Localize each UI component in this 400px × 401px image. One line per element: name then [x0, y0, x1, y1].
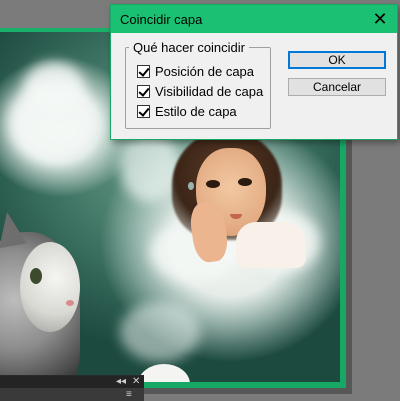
option-style-label: Estilo de capa: [155, 103, 237, 119]
panel-close-icon[interactable]: ✕: [132, 377, 140, 387]
group-label: Qué hacer coincidir: [129, 40, 249, 55]
panel-menu-icon[interactable]: ≡: [126, 390, 132, 400]
double-chevron-left-icon[interactable]: ◂◂: [116, 377, 126, 387]
checkmark-icon[interactable]: [137, 84, 150, 98]
dialog-titlebar[interactable]: Coincidir capa ✕: [111, 5, 397, 33]
option-position-checkbox[interactable]: Posición de capa: [137, 63, 254, 79]
ok-button[interactable]: OK: [288, 51, 386, 69]
cat-paw: [138, 364, 190, 386]
bottom-panel: ◂◂ ✕ ≡: [0, 375, 144, 401]
match-layer-dialog: Coincidir capa ✕ Qué hacer coincidir Pos…: [110, 4, 398, 140]
cat-face: [20, 242, 80, 332]
option-visibility-label: Visibilidad de capa: [155, 83, 264, 99]
cat-nose: [66, 300, 74, 306]
cat-eye: [30, 268, 42, 284]
cancel-button[interactable]: Cancelar: [288, 78, 386, 96]
cat-ear: [0, 209, 27, 249]
checkmark-icon[interactable]: [137, 64, 150, 78]
girl-shirt: [236, 222, 306, 268]
dialog-title: Coincidir capa: [120, 12, 203, 27]
checkmark-icon[interactable]: [137, 104, 150, 118]
option-position-label: Posición de capa: [155, 63, 255, 79]
close-icon[interactable]: ✕: [363, 5, 397, 33]
option-style-checkbox[interactable]: Estilo de capa: [137, 103, 237, 119]
panel-header: ◂◂ ✕: [0, 376, 144, 388]
option-visibility-checkbox[interactable]: Visibilidad de capa: [137, 83, 263, 99]
